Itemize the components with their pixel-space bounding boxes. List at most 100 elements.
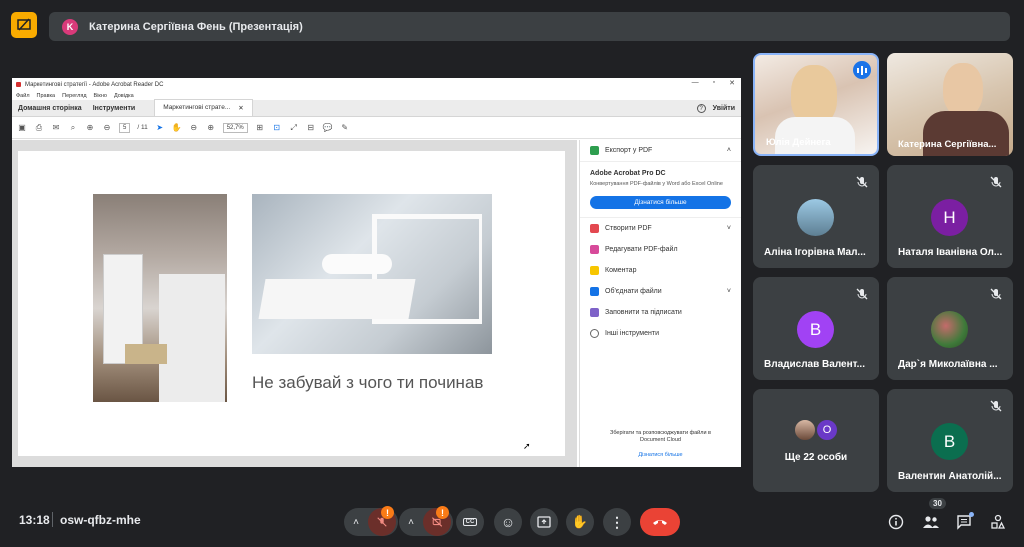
participant-avatar	[797, 199, 834, 236]
panel-item-more-tools[interactable]: Інші інструменти	[580, 323, 741, 344]
hand-icon: ✋	[571, 514, 589, 529]
panel-footer: Зберігати та розповсюджувати файли в Doc…	[580, 430, 741, 459]
tab-home[interactable]: Домашня сторінка	[12, 105, 87, 116]
next-page-icon[interactable]: ⊖	[102, 123, 112, 133]
panel-item-label: Заповнити та підписати	[605, 309, 682, 316]
mic-off-icon	[990, 400, 1002, 412]
presenter-avatar: K	[62, 18, 78, 35]
learn-more-button[interactable]: Дізнатися більше	[590, 196, 731, 209]
tools-panel: Експорт у PDF ˄ Adobe Acrobat Pro DC Кон…	[579, 140, 741, 467]
participant-name: Владислав Валент...	[764, 359, 865, 370]
menu-file[interactable]: Файл	[16, 93, 30, 99]
chevron-up-icon[interactable]: ˄	[399, 517, 423, 528]
people-button[interactable]	[920, 511, 942, 533]
comment-icon[interactable]: 💬	[323, 123, 333, 133]
participant-name: Дар`я Миколаївна ...	[898, 359, 998, 370]
participant-tile[interactable]: Юлія Дейнега	[753, 53, 879, 156]
leave-call-button[interactable]	[640, 508, 680, 536]
more-options-button[interactable]: ⋮	[603, 508, 631, 536]
participant-name: Юлія Дейнега	[766, 137, 831, 148]
prev-page-icon[interactable]: ⊕	[85, 123, 95, 133]
zoom-out-icon[interactable]: ⊖	[189, 123, 199, 133]
comment-icon	[590, 266, 599, 275]
close-icon[interactable]: ✕	[729, 79, 735, 87]
hang-up-icon	[653, 520, 667, 525]
acrobat-title-bar: Маркетингові стратегії - Adobe Acrobat R…	[12, 78, 741, 91]
panel-item-fill-sign[interactable]: Заповнити та підписати	[580, 302, 741, 323]
participant-avatar: В	[931, 423, 968, 460]
panel-item-edit-pdf[interactable]: Редагувати PDF-файл	[580, 239, 741, 260]
scroll-mode-icon[interactable]: ⊡	[272, 123, 282, 133]
email-icon[interactable]: ✉	[51, 123, 61, 133]
panel-item-combine[interactable]: Об'єднати файли ˅	[580, 281, 741, 302]
sign-in-button[interactable]: Увійти	[713, 105, 735, 112]
present-icon[interactable]	[11, 12, 37, 38]
chevron-down-icon[interactable]: ˅	[727, 288, 731, 295]
acrobat-window-title: Маркетингові стратегії - Adobe Acrobat R…	[25, 81, 164, 88]
slide-caption: Не забувай з чого ти починав	[252, 373, 484, 392]
full-screen-icon[interactable]: ⤢	[289, 123, 299, 133]
hand-icon[interactable]: ✋	[172, 123, 182, 133]
emoji-icon: ☺	[500, 514, 516, 530]
more-vert-icon: ⋮	[610, 513, 624, 530]
captions-icon: CC	[462, 518, 478, 526]
menu-help[interactable]: Довідка	[114, 93, 134, 99]
activities-button[interactable]	[987, 511, 1009, 533]
participant-tile[interactable]: Катерина Сергіївна...	[887, 53, 1013, 156]
camera-warning-badge: !	[436, 506, 449, 519]
tab-tools[interactable]: Інструменти	[87, 105, 141, 116]
more-participants-tile[interactable]: О Ще 22 особи	[753, 389, 879, 492]
present-button[interactable]	[530, 508, 558, 536]
tab-document[interactable]: Маркетингові страте... ✕	[154, 99, 253, 116]
panel-export-pdf[interactable]: Експорт у PDF ˄	[580, 140, 741, 161]
chevron-up-icon[interactable]: ˄	[344, 517, 368, 528]
participant-name: Наталя Іванівна Ол...	[898, 247, 1003, 258]
read-mode-icon[interactable]: ⊟	[306, 123, 316, 133]
menu-window[interactable]: Вікно	[94, 93, 107, 99]
captions-button[interactable]: CC	[456, 508, 484, 536]
select-cursor-icon[interactable]: ➤	[155, 123, 165, 133]
photo-salon-left	[93, 194, 227, 402]
chevron-down-icon[interactable]: ˅	[727, 225, 731, 232]
participant-tile[interactable]: В Валентин Анатолій...	[887, 389, 1013, 492]
raise-hand-button[interactable]: ✋	[566, 508, 594, 536]
promo-title: Adobe Acrobat Pro DC	[590, 170, 666, 177]
help-icon[interactable]: ?	[696, 104, 706, 113]
emoji-button[interactable]: ☺	[494, 508, 522, 536]
meeting-code: osw-qfbz-mhe	[60, 513, 141, 527]
save-icon[interactable]: ▣	[17, 123, 27, 133]
tab-close-icon[interactable]: ✕	[238, 104, 243, 112]
participant-tile[interactable]: Дар`я Миколаївна ...	[887, 277, 1013, 380]
combine-files-icon	[590, 287, 599, 296]
participant-tile[interactable]: Аліна Ігорівна Мал...	[753, 165, 879, 268]
panel-export-label: Експорт у PDF	[605, 147, 653, 154]
zoom-in-icon[interactable]: ⊕	[206, 123, 216, 133]
mic-off-icon	[990, 288, 1002, 300]
fit-page-icon[interactable]: ⊞	[255, 123, 265, 133]
meeting-info-button[interactable]	[885, 511, 907, 533]
tab-document-label: Маркетингові страте...	[163, 104, 231, 111]
document-area[interactable]: Не забувай з чого ти починав ➚	[12, 140, 577, 467]
maximize-icon[interactable]: ▫	[713, 79, 715, 87]
pen-icon[interactable]: ✎	[340, 123, 350, 133]
panel-item-comment[interactable]: Коментар	[580, 260, 741, 281]
page-number-input[interactable]: 5	[119, 122, 131, 133]
minimize-icon[interactable]: —	[692, 79, 699, 87]
zoom-select[interactable]: 52,7%	[222, 122, 248, 133]
chat-button[interactable]	[953, 511, 975, 533]
panel-footer-text: Зберігати та розповсюджувати файли в Doc…	[610, 430, 711, 443]
mic-off-icon	[856, 176, 868, 188]
panel-item-label: Об'єднати файли	[605, 288, 662, 295]
participant-tile[interactable]: В Владислав Валент...	[753, 277, 879, 380]
panel-item-create-pdf[interactable]: Створити PDF ˅	[580, 218, 741, 239]
chevron-up-icon[interactable]: ˄	[727, 147, 731, 154]
print-icon[interactable]: ⎙	[34, 123, 44, 133]
panel-footer-link[interactable]: Дізнатися більше	[580, 452, 741, 459]
participant-tile[interactable]: Н Наталя Іванівна Ол...	[887, 165, 1013, 268]
mouse-cursor-icon: ➚	[523, 441, 531, 451]
search-icon[interactable]: ⌕	[68, 123, 78, 133]
acrobat-tab-bar: Домашня сторінка Інструменти Маркетингов…	[12, 99, 741, 117]
menu-view[interactable]: Перегляд	[62, 93, 86, 99]
menu-edit[interactable]: Правка	[37, 93, 56, 99]
edit-pdf-icon	[590, 245, 599, 254]
